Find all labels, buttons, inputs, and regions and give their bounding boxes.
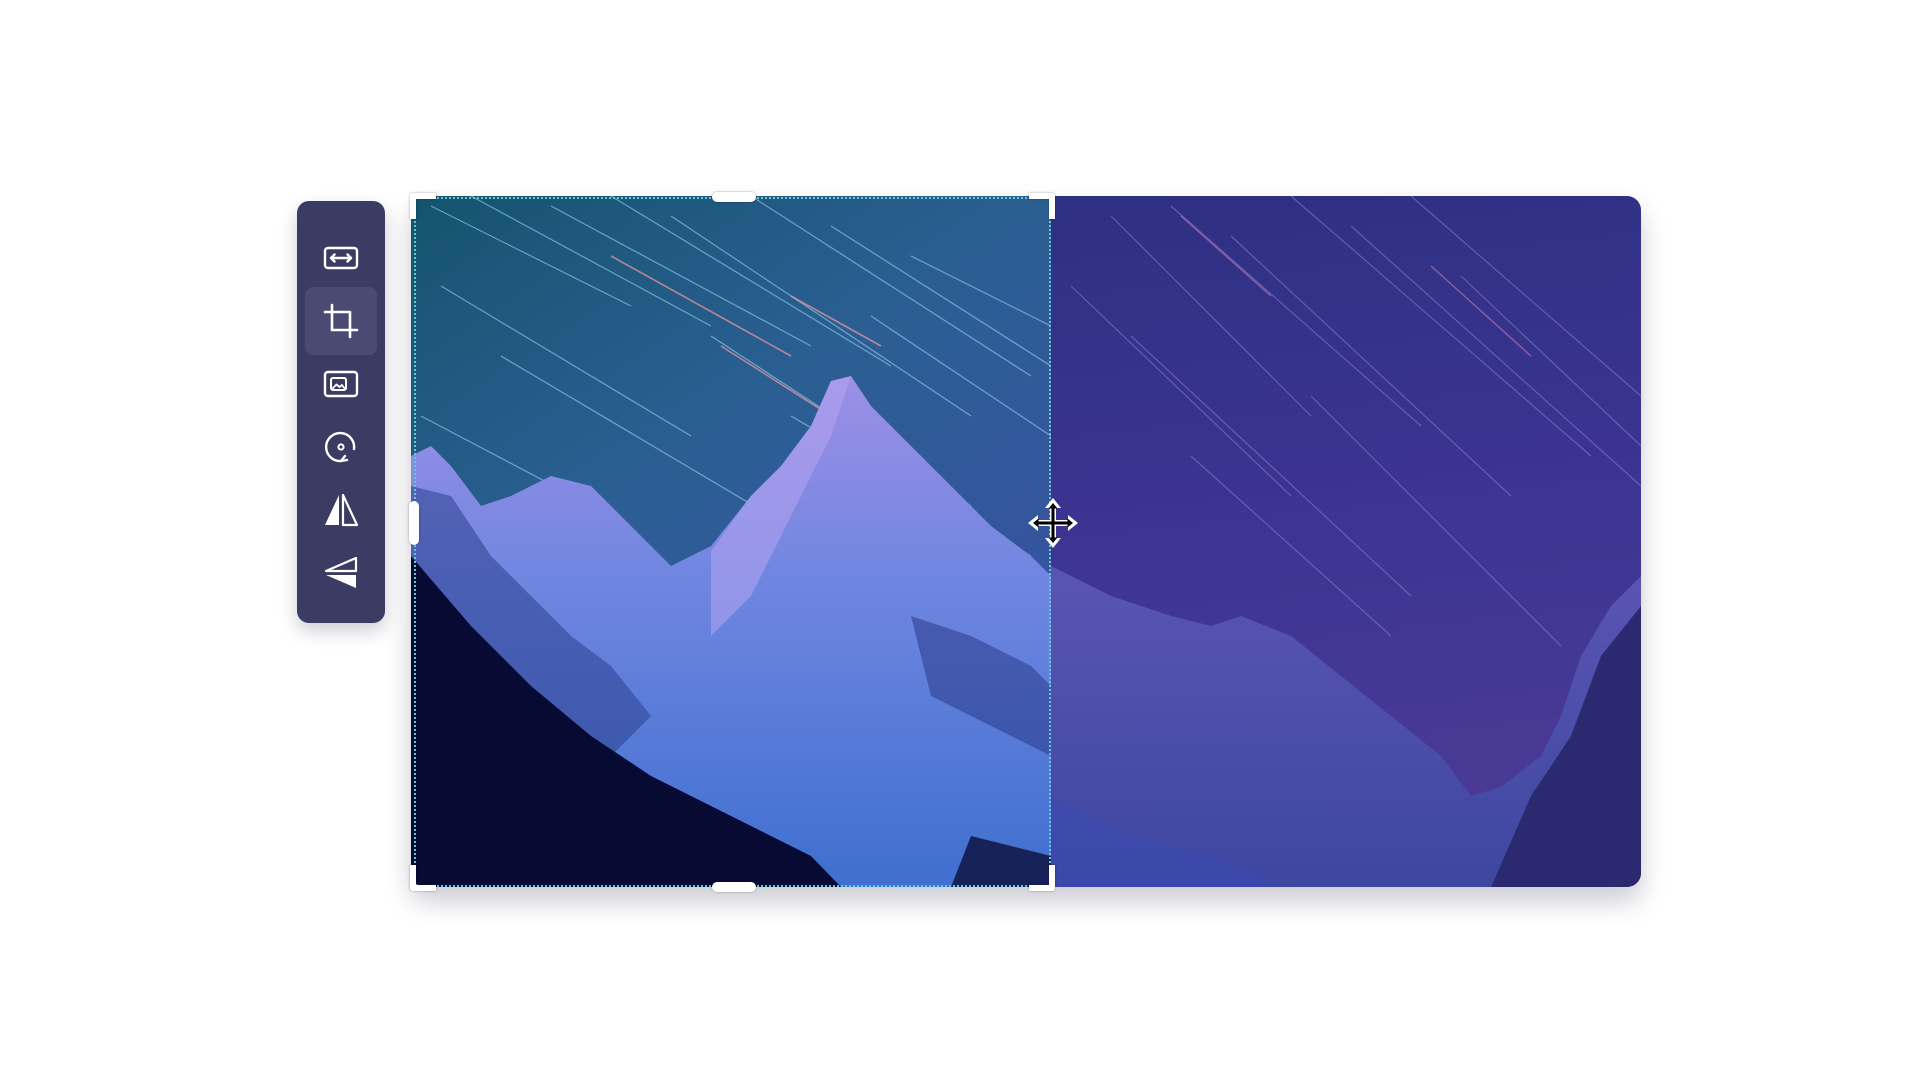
crop-selection[interactable] — [409, 192, 1055, 892]
rotate-button[interactable] — [305, 413, 377, 481]
crop-handle-top-right[interactable] — [1029, 193, 1055, 219]
crop-handle-left[interactable] — [409, 501, 419, 545]
crop-handle-bottom-left[interactable] — [410, 865, 436, 891]
rotate-icon — [324, 431, 356, 463]
crop-handle-bottom[interactable] — [712, 882, 756, 892]
resize-icon — [323, 246, 359, 270]
crop-button[interactable] — [305, 287, 377, 355]
crop-handle-top[interactable] — [712, 192, 756, 202]
crop-handle-top-left[interactable] — [410, 193, 436, 219]
flip-vertical-icon — [324, 556, 358, 588]
crop-handle-bottom-right[interactable] — [1029, 865, 1055, 891]
image-icon — [323, 370, 359, 398]
image-toolbar — [297, 201, 385, 623]
image-editor — [0, 0, 1920, 1080]
flip-horizontal-icon — [325, 493, 359, 527]
resize-button[interactable] — [305, 224, 377, 292]
replace-image-button[interactable] — [305, 350, 377, 418]
crop-icon — [323, 303, 359, 339]
move-cursor-icon — [1025, 495, 1081, 551]
flip-vertical-button[interactable] — [305, 539, 377, 607]
flip-horizontal-button[interactable] — [305, 476, 377, 544]
